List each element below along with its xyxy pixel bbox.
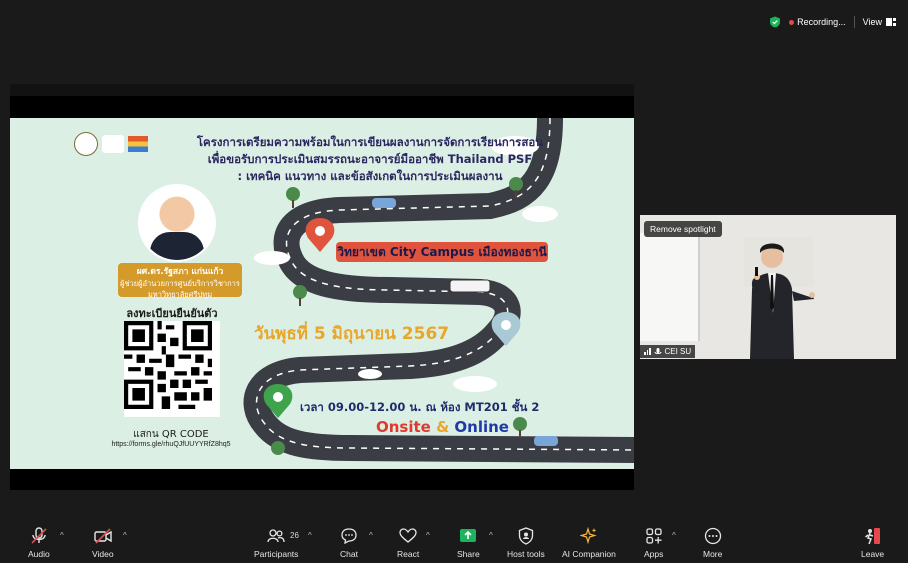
host-tools-label: Host tools — [507, 549, 545, 559]
participant-name: CEI SU — [664, 347, 692, 356]
recording-status-group: Recording... View — [769, 16, 896, 28]
chat-label: Chat — [340, 549, 358, 559]
share-label: Share — [457, 549, 480, 559]
leave-meeting-icon — [864, 528, 880, 545]
heart-reaction-icon — [399, 528, 417, 543]
registration-url: https://forms.gle/rhuQJfUUYYRfZ8hq5 — [111, 441, 231, 448]
more-options-icon — [704, 527, 721, 545]
sponsor-logo — [102, 135, 124, 153]
speaker-role-line-1: ผู้ช่วยผู้อำนวยการศูนย์บริการวิชาการ — [120, 279, 240, 288]
meeting-top-bar: Recording... View — [0, 0, 908, 44]
more-button[interactable]: More — [703, 527, 722, 559]
video-options-chevron-icon[interactable]: ^ — [123, 531, 127, 540]
chat-button[interactable]: Chat — [340, 527, 358, 559]
whiteboard-background — [640, 233, 700, 341]
remove-spotlight-button[interactable]: Remove spotlight — [644, 221, 722, 237]
presentation-slide: โครงการเตรียมความพร้อมในการเขียนผลงานการ… — [10, 118, 634, 469]
react-options-chevron-icon[interactable]: ^ — [426, 531, 430, 540]
top-bar-divider — [853, 16, 855, 28]
event-time: เวลา 09.00-12.00 น. ณ ห้อง MT201 ชั้น 2 — [300, 400, 540, 414]
meeting-toolbar: Audio ^ Video ^ Participants 26 ^ Chat ^… — [0, 523, 908, 563]
shared-screen-top-strip — [10, 84, 634, 96]
mode-online: Online — [454, 418, 509, 436]
apps-button[interactable]: Apps — [644, 527, 663, 559]
share-options-chevron-icon[interactable]: ^ — [489, 531, 493, 540]
recording-label: Recording... — [797, 17, 846, 27]
venue-banner: วิทยาเขต City Campus เมืองทองธานี — [336, 242, 548, 262]
slide-title-line-3: : เทคนิค แนวทาง และข้อสังเกตในการประเมิน… — [237, 169, 503, 183]
shield-host-tools-icon — [518, 527, 534, 545]
view-label: View — [862, 17, 882, 27]
apps-label: Apps — [644, 549, 664, 559]
leave-label: Leave — [861, 549, 885, 559]
organizer-logos — [74, 132, 148, 156]
mode-onsite: Onsite — [376, 418, 431, 436]
shared-screen[interactable]: โครงการเตรียมความพร้อมในการเขียนผลงานการ… — [10, 84, 634, 490]
speaker-role-line-2: มหาวิทยาลัยศรีปทุม — [147, 290, 213, 299]
participants-options-chevron-icon[interactable]: ^ — [308, 531, 312, 540]
registration-qr-code — [124, 321, 220, 417]
speaker-video-figure — [750, 243, 815, 359]
apps-grid-icon — [646, 528, 662, 544]
ai-companion-button[interactable]: AI Companion — [562, 527, 616, 559]
leave-button[interactable]: Leave — [861, 527, 884, 559]
view-layout-icon — [886, 18, 896, 26]
audio-label: Audio — [28, 549, 50, 559]
security-shield-icon[interactable] — [769, 16, 781, 28]
video-label: Video — [92, 549, 114, 559]
audio-options-chevron-icon[interactable]: ^ — [60, 531, 64, 540]
speaker-photo — [138, 184, 216, 262]
slide-title-line-1: โครงการเตรียมความพร้อมในการเขียนผลงานการ… — [196, 135, 544, 149]
recording-indicator[interactable]: Recording... — [789, 17, 846, 27]
recording-dot-icon — [789, 20, 795, 25]
speaker-name: ผศ.ดร.รัฐสภา แก่นแก้ว — [136, 267, 224, 277]
scan-qr-label: แสกน QR CODE — [133, 429, 209, 440]
apps-options-chevron-icon[interactable]: ^ — [672, 531, 676, 540]
ai-companion-label: AI Companion — [562, 549, 616, 559]
event-mode: Onsite & Online — [376, 418, 509, 436]
muted-microphone-icon — [31, 527, 47, 544]
university-seal-logo — [74, 132, 98, 156]
participant-name-tag: CEI SU — [640, 345, 696, 358]
host-tools-button[interactable]: Host tools — [507, 527, 545, 559]
event-date: วันพุธที่ 5 มิถุนายน 2567 — [254, 324, 450, 344]
participants-label: Participants — [254, 549, 299, 559]
connection-strength-icon — [644, 348, 651, 355]
video-off-camera-icon — [94, 528, 112, 544]
share-screen-icon — [460, 529, 477, 542]
react-label: React — [397, 549, 420, 559]
sparkle-ai-icon — [579, 527, 597, 545]
audio-button[interactable]: Audio — [28, 527, 50, 559]
microphone-icon — [654, 347, 661, 354]
mode-ampersand: & — [436, 418, 450, 436]
chat-bubble-icon — [341, 528, 357, 545]
chat-options-chevron-icon[interactable]: ^ — [369, 531, 373, 540]
participants-icon — [267, 529, 285, 543]
share-button[interactable]: Share — [457, 527, 480, 559]
qr-code-icon — [124, 321, 212, 409]
slide-title: โครงการเตรียมความพร้อมในการเขียนผลงานการ… — [170, 134, 570, 185]
speaker-name-card: ผศ.ดร.รัฐสภา แก่นแก้ว ผู้ช่วยผู้อำนวยการ… — [118, 263, 242, 299]
video-button[interactable]: Video — [92, 527, 114, 559]
view-button[interactable]: View — [863, 17, 896, 27]
institute-logo — [128, 136, 148, 152]
more-label: More — [703, 549, 723, 559]
spotlight-video-tile[interactable]: Remove spotlight CEI SU — [640, 215, 896, 359]
react-button[interactable]: React — [397, 527, 419, 559]
participant-count: 26 — [290, 531, 299, 540]
slide-title-line-2: เพื่อขอรับการประเมินสมรรถนะอาจารย์มืออาช… — [207, 152, 533, 166]
